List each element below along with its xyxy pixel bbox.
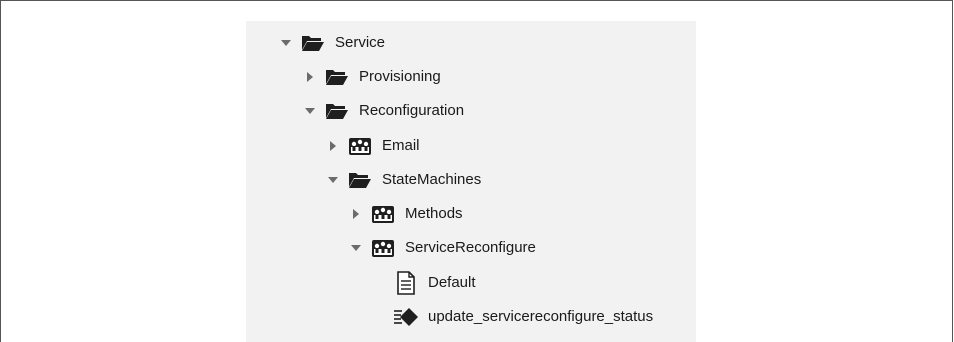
- collapse-toggle-icon[interactable]: [303, 70, 317, 84]
- expand-toggle-icon[interactable]: [279, 36, 293, 50]
- collapse-toggle-icon[interactable]: [326, 139, 340, 153]
- tree-node-label: ServiceReconfigure: [405, 239, 536, 256]
- tree-node-servicereconfigure[interactable]: ServiceReconfigure: [349, 231, 536, 265]
- automate-tree-panel: Service Provisioning Reconfiguration Ema…: [246, 21, 696, 342]
- folder-open-icon: [324, 66, 350, 88]
- class-icon: [370, 203, 396, 225]
- tree-node-methods[interactable]: Methods: [349, 197, 463, 231]
- tree-node-provisioning[interactable]: Provisioning: [303, 60, 441, 94]
- document-icon: [393, 271, 419, 295]
- folder-open-icon: [324, 100, 350, 122]
- tree-node-label: Service: [335, 34, 386, 51]
- expand-toggle-icon[interactable]: [303, 104, 317, 118]
- tree-node-label: Default: [428, 274, 476, 291]
- tree-node-label: StateMachines: [382, 171, 482, 188]
- collapse-toggle-icon[interactable]: [349, 207, 363, 221]
- tree-node-label: update_servicereconfigure_status: [428, 308, 654, 325]
- tree-node-update-servicereconfigure-status[interactable]: update_servicereconfigure_status: [372, 300, 653, 334]
- tree-node-label: Methods: [405, 205, 463, 222]
- tree-node-label: Provisioning: [359, 68, 441, 85]
- tree-node-label: Reconfiguration: [359, 102, 465, 119]
- tree-node-reconfiguration[interactable]: Reconfiguration: [303, 94, 464, 128]
- folder-open-icon: [300, 32, 326, 54]
- method-icon: [393, 306, 419, 328]
- tree-node-label: Email: [382, 137, 420, 154]
- expand-toggle-icon[interactable]: [326, 173, 340, 187]
- tree-node-email[interactable]: Email: [326, 129, 420, 163]
- class-icon: [370, 237, 396, 259]
- tree-node-statemachines[interactable]: StateMachines: [326, 163, 481, 197]
- class-icon: [347, 135, 373, 157]
- tree-node-service[interactable]: Service: [279, 26, 385, 60]
- folder-open-icon: [347, 169, 373, 191]
- tree-node-default[interactable]: Default: [372, 266, 476, 300]
- expand-toggle-icon[interactable]: [349, 241, 363, 255]
